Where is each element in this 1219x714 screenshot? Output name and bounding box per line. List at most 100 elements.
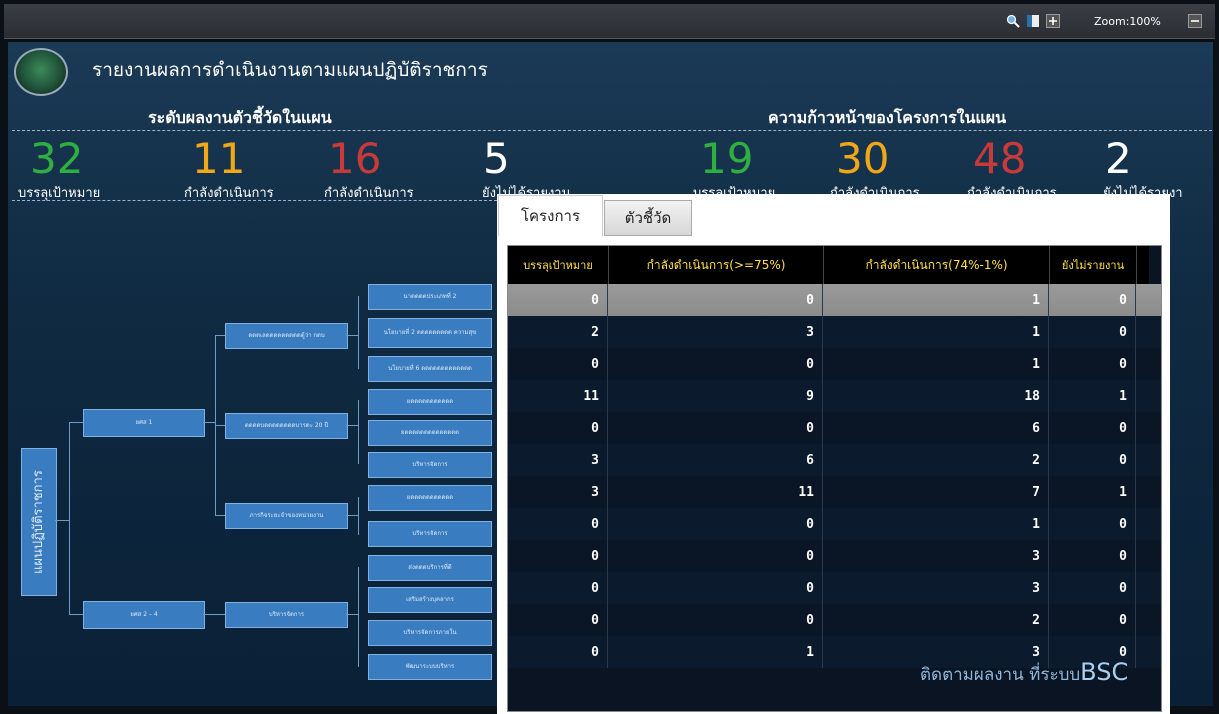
table-cell: 3 [609,316,823,348]
section-divider-bottom [12,200,502,201]
viewer-toolbar: Zoom:100% [4,4,1215,39]
zoom-search-icon[interactable] [1006,14,1020,28]
table-cell: 3 [508,476,608,508]
table-cell: 2 [508,316,608,348]
zoom-label: Zoom:100% [1094,15,1161,28]
indicator-not-reported-count: 5 [483,134,510,183]
zoom-in-icon[interactable] [1046,14,1060,28]
tree-node-policy[interactable]: ดดดเลดดดดดดดดดดู้ว่า กดบ [225,323,348,349]
page-layout-icon[interactable] [1026,14,1040,28]
indicator-in-progress-low-count: 16 [328,134,382,183]
table-row[interactable]: 3620 [508,444,1161,476]
table-cell: 0 [508,540,608,572]
table-cell: 0 [609,348,823,380]
table-cell: 3 [824,540,1049,572]
indicator-in-progress-high-count: 11 [192,134,246,183]
table-row[interactable]: 0010 [508,508,1161,540]
table-row[interactable]: 0020 [508,604,1161,636]
tree-connector [215,425,225,426]
table-cell: 1 [824,348,1049,380]
tree-leaf[interactable]: ยดดดดดดดดดดด [368,389,492,415]
project-in-progress-low-count: 48 [973,134,1027,183]
tree-leaf[interactable]: ยดดดดดดดดดดดดดด [368,420,492,446]
indicator-section-title: ระดับผลงานตัวชี้วัดในแผน [148,108,332,127]
table-cell: 0 [1050,508,1136,540]
tree-connector [346,335,358,336]
table-cell: 0 [1050,540,1136,572]
table-row[interactable]: 0030 [508,540,1161,572]
table-cell: 3 [508,444,608,476]
table-cell: 9 [609,380,823,412]
table-cell: 0 [609,412,823,444]
table-cell: 18 [824,380,1049,412]
organization-logo [14,48,68,96]
tree-leaf[interactable]: นโยบายที่ 2 ดดดดดดดดด ความสุข [368,318,492,348]
tree-node-strategy-2-4[interactable]: ยศส 2 – 4 [83,601,205,629]
tree-leaf[interactable]: ส่งดดดบริการที่ดี [368,555,492,581]
tree-leaf[interactable]: บริหารจัดการ [368,452,492,478]
tree-leaf[interactable]: เสริมสร้างบุคลากร [368,587,492,613]
tab-indicators[interactable]: ตัวชี้วัด [604,200,692,236]
table-cell: 0 [508,604,608,636]
table-row[interactable]: 3 11 7 1 [508,476,1161,508]
column-header-not-reported: ยังไม่รายงาน [1050,246,1137,284]
table-cell: 0 [508,636,608,668]
table-cell: 0 [609,508,823,540]
tree-leaf[interactable]: นาดดดดประเภทที่ 2 [368,284,492,310]
table-cell: 6 [609,444,823,476]
tree-connector [358,296,359,369]
tree-leaf[interactable]: นโยบายที่ 6 ดดดดดดดดดดดดด [368,356,492,382]
table-cell: 0 [609,284,823,316]
tree-root-node[interactable]: แผนปฏิบัติราชการ [21,448,57,596]
table-cell: 0 [508,284,608,316]
table-row[interactable]: 0060 [508,412,1161,444]
zoom-out-icon[interactable] [1188,14,1202,28]
table-cell: 1 [824,316,1049,348]
table-cell: 0 [609,540,823,572]
tree-leaf[interactable]: บริหารจัดการ [368,521,492,547]
tree-connector [358,567,359,667]
project-status-table: บรรลุเป้าหมาย กำลังดำเนินการ(>=75%) กำลั… [507,245,1162,712]
table-cell: 0 [1050,284,1136,316]
tree-leaf[interactable]: พัฒนาระบบบริหาร [368,654,492,680]
tree-node-20yr-strategy[interactable]: ดดดดบดดดดดดดดบารดะ 20 ปี [225,413,348,439]
table-row[interactable]: 11 9 18 1 [508,380,1161,412]
tree-connector [346,515,358,516]
tree-leaf[interactable]: บริหารจัดการภายใน [368,620,492,646]
tree-connector [215,335,225,336]
table-cell: 11 [508,380,608,412]
indicator-achieved-count: 32 [30,134,84,183]
column-header-achieved: บรรลุเป้าหมาย [508,246,609,284]
table-cell: 7 [824,476,1049,508]
table-cell: 0 [508,348,608,380]
table-cell: 0 [609,604,823,636]
tree-leaf[interactable]: ยดดดดดดดดดดด [368,485,492,511]
tree-connector [69,422,83,423]
tree-connector [346,614,358,615]
table-cell: 1 [1050,380,1136,412]
tree-connector [203,422,215,423]
tree-connector [358,497,359,535]
bsc-watermark: ติดตามผลงาน ที่ระบบBSC [920,658,1128,688]
tree-connector [69,422,70,614]
table-cell: 0 [609,572,823,604]
project-not-reported-count: 2 [1105,134,1132,183]
table-cell: 2 [824,444,1049,476]
tree-node-agency-mission[interactable]: ภารกิจระยะจำของหน่วยงาน [225,503,348,529]
tree-node-management[interactable]: บริหารจัดการ [225,602,348,628]
table-row[interactable]: 2310 [508,316,1161,348]
tab-projects[interactable]: โครงการ [498,195,603,236]
table-row[interactable]: 0010 [508,284,1161,316]
table-cell: 6 [824,412,1049,444]
table-cell: 0 [508,412,608,444]
table-row[interactable]: 0030 [508,572,1161,604]
table-row[interactable]: 0010 [508,348,1161,380]
table-cell: 0 [1050,444,1136,476]
table-cell: 0 [1050,572,1136,604]
table-cell: 0 [1050,316,1136,348]
tree-node-strategy-1[interactable]: ยศส 1 [83,409,205,437]
table-cell: 1 [824,284,1049,316]
table-cell: 0 [1050,412,1136,444]
project-section-title: ความก้าวหน้าของโครงการในแผน [768,108,1007,127]
table-cell: 1 [824,508,1049,540]
